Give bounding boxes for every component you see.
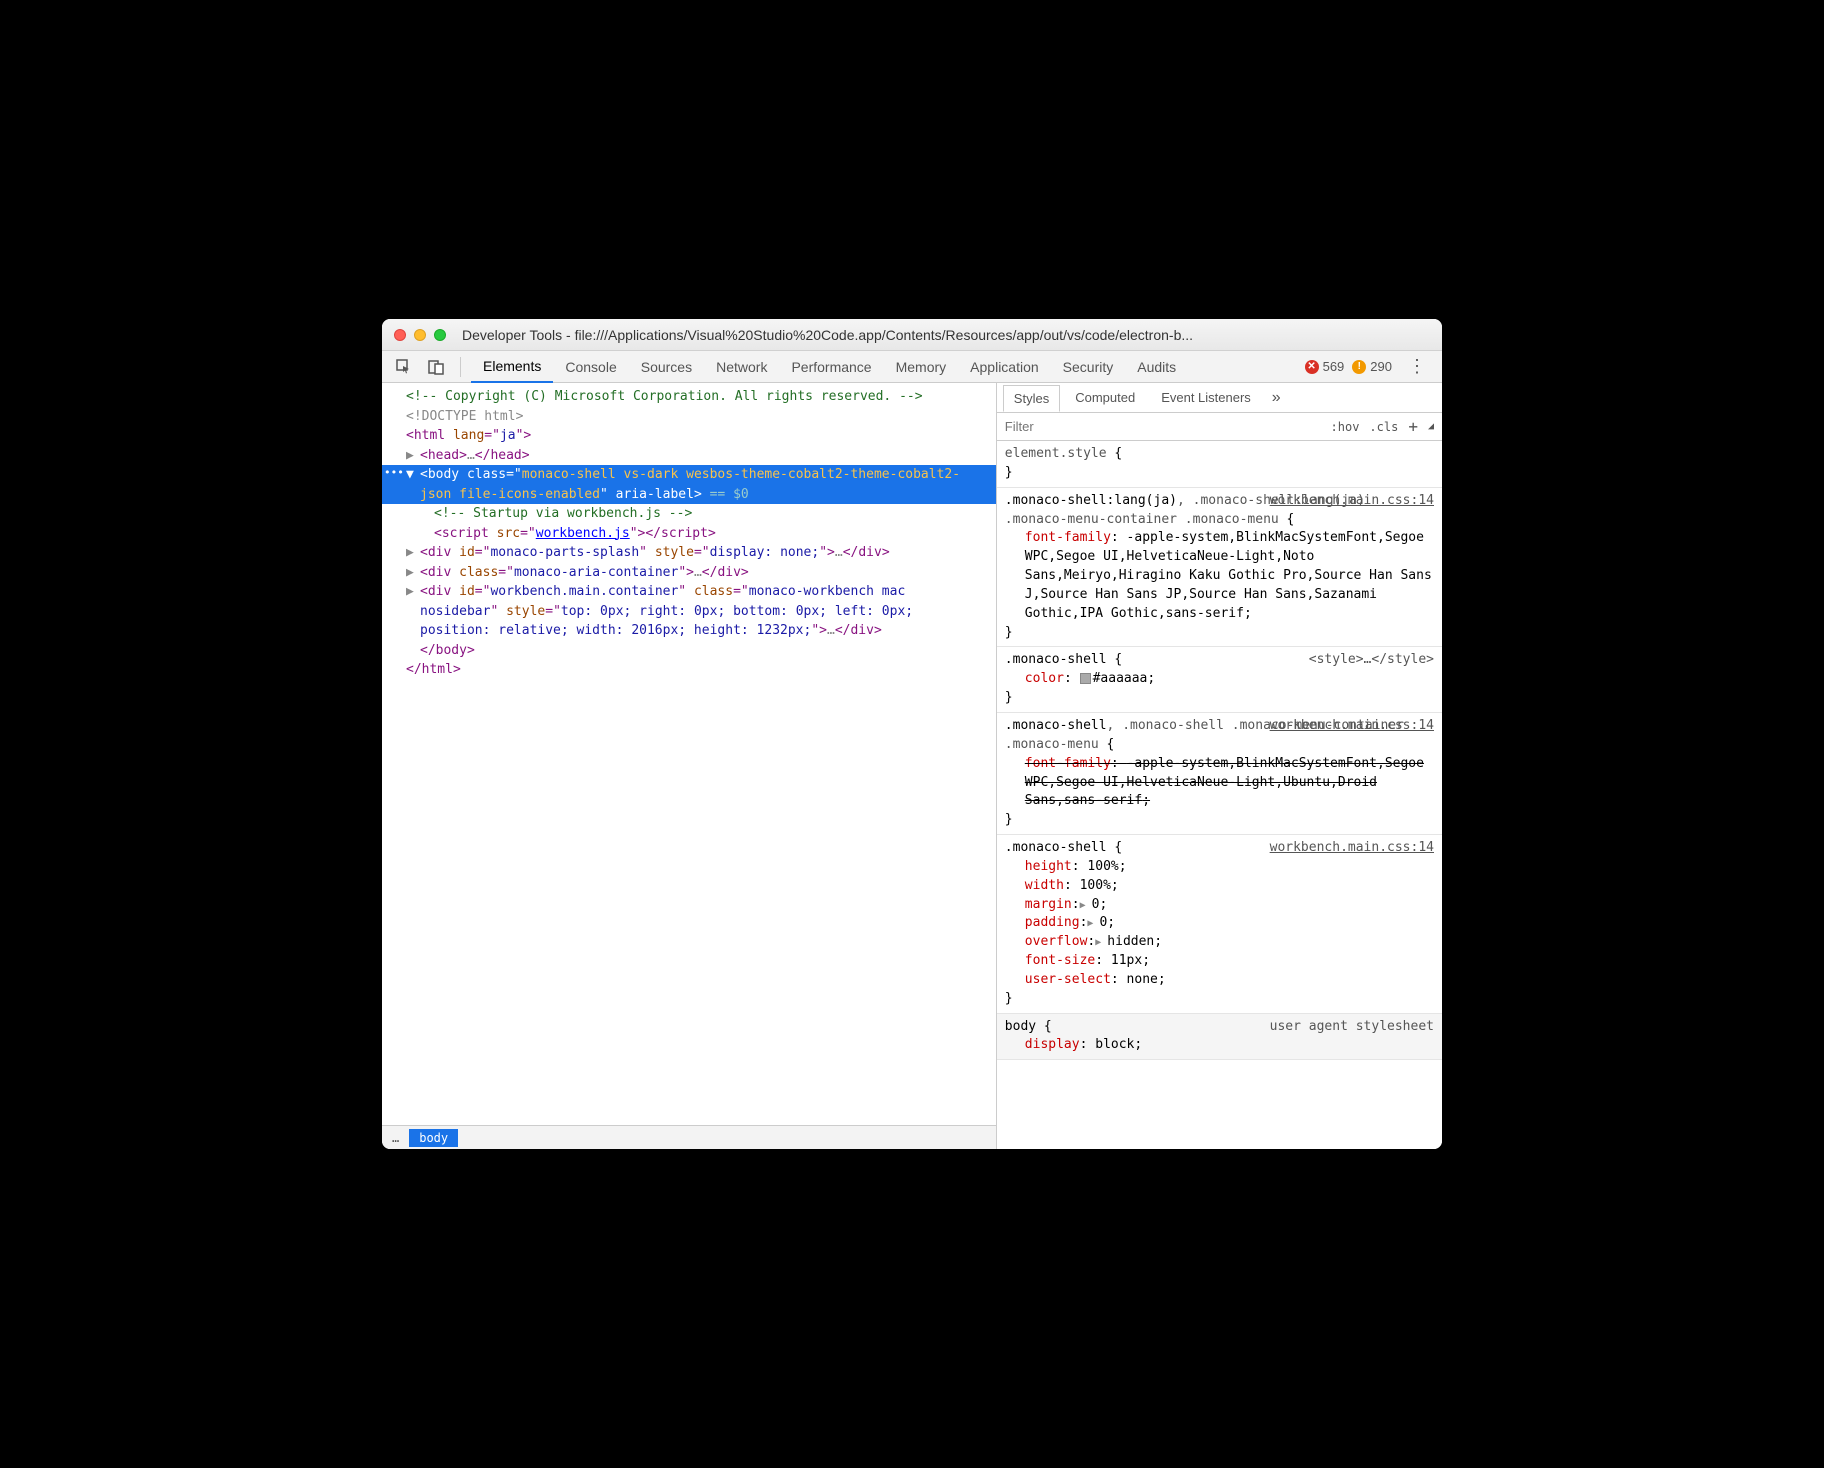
- source-link[interactable]: <style>…</style>: [1309, 651, 1434, 670]
- dom-startup-comment[interactable]: <!-- Startup via workbench.js -->: [382, 504, 996, 524]
- warning-count[interactable]: !290: [1352, 359, 1392, 374]
- maximize-button[interactable]: [434, 329, 446, 341]
- dom-body-selected[interactable]: •••▼<body class="monaco-shell vs-dark we…: [382, 465, 996, 504]
- expand-icon[interactable]: ▶: [406, 446, 414, 466]
- tab-network[interactable]: Network: [704, 351, 779, 383]
- new-rule-icon[interactable]: +: [1408, 417, 1418, 436]
- pin-icon[interactable]: ◢: [1428, 421, 1434, 432]
- tab-computed[interactable]: Computed: [1064, 384, 1146, 411]
- styles-sidebar: Styles Computed Event Listeners » :hov .…: [997, 383, 1442, 1149]
- expand-icon[interactable]: ▶: [406, 563, 414, 583]
- dom-div-aria[interactable]: ▶<div class="monaco-aria-container">…</d…: [382, 563, 996, 583]
- source-link[interactable]: workbench.main.css:14: [1270, 717, 1434, 736]
- tab-memory[interactable]: Memory: [884, 351, 959, 383]
- tab-console[interactable]: Console: [553, 351, 628, 383]
- tab-security[interactable]: Security: [1051, 351, 1126, 383]
- source-link[interactable]: workbench.main.css:14: [1270, 492, 1434, 511]
- toolbar-right: ✕569 !290 ⋮: [1305, 356, 1434, 377]
- expand-icon[interactable]: ▶: [406, 582, 414, 602]
- source-link[interactable]: workbench.main.css:14: [1270, 839, 1434, 858]
- filter-row: :hov .cls + ◢: [997, 413, 1442, 441]
- error-icon: ✕: [1305, 360, 1319, 374]
- titlebar[interactable]: Developer Tools - file:///Applications/V…: [382, 319, 1442, 351]
- breadcrumb-overflow[interactable]: …: [382, 1131, 409, 1145]
- content-area: <!-- Copyright (C) Microsoft Corporation…: [382, 383, 1442, 1149]
- breadcrumb: … body: [382, 1125, 996, 1149]
- styles-list[interactable]: element.style { } workbench.main.css:14 …: [997, 441, 1442, 1149]
- tab-performance[interactable]: Performance: [779, 351, 883, 383]
- panel-tabs: Elements Console Sources Network Perform…: [471, 351, 1188, 383]
- dom-body-close[interactable]: </body>: [382, 641, 996, 661]
- dom-div-splash[interactable]: ▶<div id="monaco-parts-splash" style="di…: [382, 543, 996, 563]
- inspect-icon[interactable]: [390, 353, 418, 381]
- tab-elements[interactable]: Elements: [471, 351, 553, 383]
- sidebar-tabs: Styles Computed Event Listeners »: [997, 383, 1442, 413]
- more-tabs-icon[interactable]: »: [1266, 389, 1287, 407]
- minimize-button[interactable]: [414, 329, 426, 341]
- collapse-icon[interactable]: ▼: [406, 465, 414, 485]
- hov-toggle[interactable]: :hov: [1331, 420, 1360, 434]
- dom-head[interactable]: ▶<head>…</head>: [382, 446, 996, 466]
- expand-shorthand-icon[interactable]: ▶: [1095, 937, 1107, 948]
- rule-color[interactable]: <style>…</style> .monaco-shell { color: …: [997, 647, 1442, 713]
- breadcrumb-body[interactable]: body: [409, 1129, 458, 1147]
- dom-html[interactable]: <html lang="ja">: [382, 426, 996, 446]
- error-count[interactable]: ✕569: [1305, 359, 1345, 374]
- filter-controls: :hov .cls + ◢: [1331, 417, 1434, 436]
- tab-sources[interactable]: Sources: [629, 351, 704, 383]
- cls-toggle[interactable]: .cls: [1369, 420, 1398, 434]
- more-menu-icon[interactable]: ⋮: [1400, 356, 1434, 377]
- rule-lang-ja[interactable]: workbench.main.css:14 .monaco-shell:lang…: [997, 488, 1442, 648]
- color-swatch-icon[interactable]: [1080, 673, 1091, 684]
- dom-div-workbench[interactable]: ▶<div id="workbench.main.container" clas…: [382, 582, 996, 641]
- rule-element-style[interactable]: element.style { }: [997, 441, 1442, 488]
- expand-icon[interactable]: ▶: [406, 543, 414, 563]
- device-icon[interactable]: [422, 353, 450, 381]
- source-link: user agent stylesheet: [1270, 1018, 1434, 1037]
- rule-user-agent[interactable]: user agent stylesheet body { display: bl…: [997, 1014, 1442, 1061]
- warning-icon: !: [1352, 360, 1366, 374]
- dom-tree[interactable]: <!-- Copyright (C) Microsoft Corporation…: [382, 383, 996, 1125]
- dom-comment[interactable]: <!-- Copyright (C) Microsoft Corporation…: [382, 387, 996, 407]
- expand-shorthand-icon[interactable]: ▶: [1087, 918, 1099, 929]
- devtools-window: Developer Tools - file:///Applications/V…: [382, 319, 1442, 1149]
- traffic-lights: [394, 329, 446, 341]
- dom-script[interactable]: <script src="workbench.js"></script>: [382, 524, 996, 544]
- separator: [460, 357, 461, 377]
- gutter-dots-icon[interactable]: •••: [384, 465, 404, 482]
- window-title: Developer Tools - file:///Applications/V…: [462, 327, 1430, 343]
- rule-shell-box[interactable]: workbench.main.css:14 .monaco-shell { he…: [997, 835, 1442, 1014]
- tab-application[interactable]: Application: [958, 351, 1051, 383]
- tab-styles[interactable]: Styles: [1003, 385, 1060, 412]
- filter-input[interactable]: [1005, 419, 1331, 434]
- elements-panel: <!-- Copyright (C) Microsoft Corporation…: [382, 383, 997, 1149]
- close-button[interactable]: [394, 329, 406, 341]
- rule-font-overridden[interactable]: workbench.main.css:14 .monaco-shell, .mo…: [997, 713, 1442, 835]
- dom-doctype[interactable]: <!DOCTYPE html>: [382, 407, 996, 427]
- main-toolbar: Elements Console Sources Network Perform…: [382, 351, 1442, 383]
- expand-shorthand-icon[interactable]: ▶: [1080, 900, 1092, 911]
- dom-html-close[interactable]: </html>: [382, 660, 996, 680]
- tab-event-listeners[interactable]: Event Listeners: [1150, 384, 1262, 411]
- tab-audits[interactable]: Audits: [1125, 351, 1188, 383]
